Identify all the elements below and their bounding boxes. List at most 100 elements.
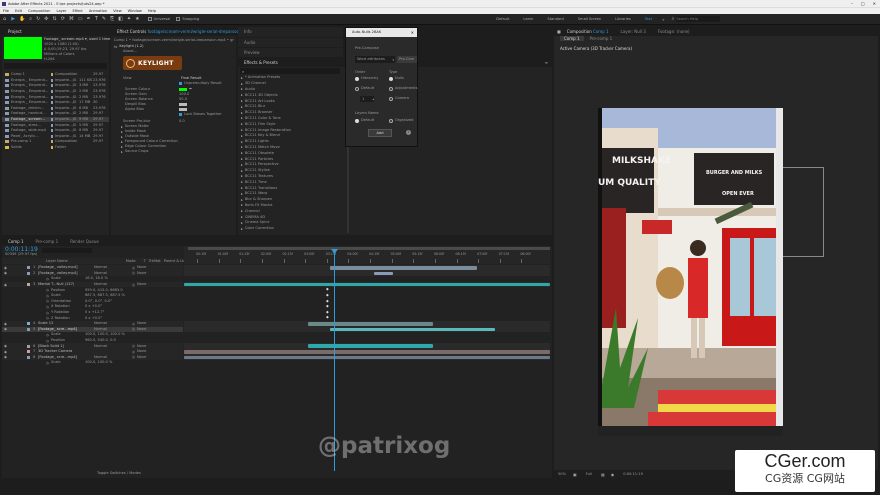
expand-triangle-icon[interactable]: ▸ [121,130,123,134]
info-icon[interactable]: i [406,130,411,135]
tab-timeline-precomp1[interactable]: Pre-comp 1 [30,239,65,244]
keyframe-icon[interactable]: ◆ [326,293,329,297]
snapping-checkbox[interactable] [176,17,181,21]
viewer-timecode[interactable]: 0:00:11:19 [617,472,649,477]
layer-mode-dropdown[interactable]: Normal [94,344,132,349]
expand-triangle-icon[interactable]: ▸ [241,163,243,167]
expand-triangle-icon[interactable]: ▸ [241,192,243,196]
layer-parent-dropdown[interactable]: None [137,355,146,360]
radio-hierarchy[interactable] [355,76,359,81]
layer-duration-bar[interactable] [184,350,550,354]
tab-footage[interactable]: Footage: (none) [652,29,696,34]
label-color-icon[interactable] [26,350,30,354]
menu-window[interactable]: Window [125,9,145,13]
pickwhip-icon[interactable]: ◎ [132,344,135,348]
lock-biases-checkbox[interactable] [179,113,182,116]
selection-tool-icon[interactable]: ▶ [9,16,17,22]
video-frame[interactable]: MILKSHAKE UM QUALITY BURGER AND MILKS OP… [598,108,783,436]
stopwatch-icon[interactable]: ◷ [46,316,49,320]
subtab-precomp1[interactable]: Pre-comp 1 [584,36,619,41]
layer-parent-dropdown[interactable]: None [137,271,146,276]
workspace-libraries[interactable]: Libraries [608,17,638,21]
layer-duration-bar[interactable] [308,344,433,348]
project-item[interactable]: Footage_ strea... Importe...JG 5 MB 29.97 [2,122,109,128]
expand-triangle-icon[interactable]: ▸ [241,227,243,231]
pen-tool-icon[interactable]: ✒ [85,16,93,22]
expand-triangle-icon[interactable]: ▸ [121,135,123,139]
workspace-more[interactable]: » [659,17,667,22]
dolly-tool-icon[interactable]: ⇅ [51,16,59,22]
alpha-bias-swatch[interactable] [179,108,187,111]
pickwhip-icon[interactable]: ◎ [132,327,135,331]
minimize-icon[interactable]: – [847,1,857,6]
layer-duration-bar[interactable] [330,266,477,270]
layer-mode-dropdown[interactable]: Normal [94,327,132,332]
stopwatch-icon[interactable]: ◷ [46,361,49,365]
layer-search[interactable] [42,248,92,253]
tab-layer[interactable]: Layer: Null 3 [615,29,652,34]
project-search[interactable] [4,63,107,69]
keyframe-icon[interactable]: ◆ [326,310,329,314]
resolution-dropdown[interactable]: Full [580,472,598,477]
lock-icon[interactable]: ■ [554,29,561,34]
stopwatch-icon[interactable]: ◷ [46,299,49,303]
layer-parent-dropdown[interactable]: None [137,282,146,287]
expand-triangle-icon[interactable]: ▸ [241,209,243,213]
workspace-standard[interactable]: Standard [540,17,570,21]
label-color-icon[interactable] [26,344,30,348]
layer-parent-dropdown[interactable]: None [137,321,146,326]
expand-triangle-icon[interactable]: ▸ [241,76,243,80]
workspace-text[interactable]: Text [638,17,659,21]
visibility-eye-icon[interactable]: ◉ [4,322,7,326]
radio-layers-organized[interactable] [389,118,393,123]
about-link[interactable]: About... [123,49,137,54]
expand-triangle-icon[interactable]: ▸ [121,125,123,129]
project-item[interactable]: Energia _ Emprend... Importe...JG 3 MB 23.9… [2,83,109,89]
layer-property-row[interactable]: ◷ Scale 100.0, 100.0 % [2,360,183,366]
pickwhip-icon[interactable]: ◎ [132,355,135,359]
radio-default-order[interactable] [355,86,359,91]
anchor-tool-icon[interactable]: ⌘ [67,16,76,22]
label-color-icon[interactable] [26,322,30,326]
radio-camera[interactable] [389,96,393,101]
property-value[interactable]: 0.0°, 0.0°, 0.0° [85,299,112,304]
attribute-dropdown[interactable]: Word attributes ▾ [355,56,395,63]
hand-tool-icon[interactable]: ✋ [17,16,27,22]
eyedropper-icon[interactable]: ✒ [189,86,192,91]
effects-category[interactable]: ▸ Color Correction [241,226,351,232]
workspace-default[interactable]: Default [489,17,516,21]
expand-triangle-icon[interactable]: ▸ [121,145,123,149]
property-value[interactable]: 0 x +0.0° [85,304,102,309]
expand-triangle-icon[interactable]: ▸ [241,174,243,178]
expand-triangle-icon[interactable]: ▸ [241,169,243,173]
expand-triangle-icon[interactable]: ▸ [241,116,243,120]
keyframe-icon[interactable]: ◆ [326,304,329,308]
layer-parent-dropdown[interactable]: None [137,349,146,354]
layer-duration-bar[interactable] [184,282,550,287]
keyframe-icon[interactable]: ◆ [326,287,329,291]
unpremultiply-checkbox[interactable] [179,82,182,85]
tab-info[interactable]: Info [238,29,258,34]
pickwhip-icon[interactable]: ◎ [132,283,135,287]
rectangle-tool-icon[interactable]: ▭ [76,16,85,22]
radio-nulls[interactable] [389,76,393,81]
layer-duration-bar[interactable] [330,327,496,332]
label-color-icon[interactable] [26,271,30,275]
expand-triangle-icon[interactable]: ▸ [241,145,243,149]
label-color-icon[interactable] [26,283,30,287]
expand-triangle-icon[interactable]: ▸ [241,198,243,202]
label-color-icon[interactable] [26,266,30,270]
menu-edit[interactable]: Edit [12,9,25,13]
screen-balance-value[interactable]: 50.0 [179,97,187,102]
property-value[interactable]: 100.0, 100.0, 100.0 % [85,332,125,337]
visibility-eye-icon[interactable]: ◉ [4,283,7,287]
expand-triangle-icon[interactable]: ▸ [121,150,123,154]
maximize-icon[interactable]: □ [857,1,869,6]
count-stepper[interactable]: 1 ▴ [360,96,374,102]
radio-layers-default[interactable] [355,118,359,123]
tab-preview[interactable]: Preview [238,50,266,55]
expand-triangle-icon[interactable]: ▸ [241,93,243,97]
panel-menu-icon[interactable]: ≡ [545,60,552,65]
puppet-tool-icon[interactable]: ★ [133,16,141,22]
work-area-bar[interactable] [188,247,550,250]
